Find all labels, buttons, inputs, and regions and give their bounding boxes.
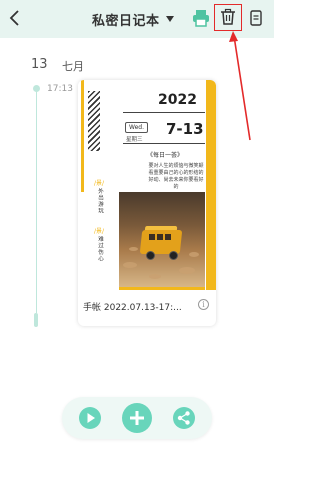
timeline-line bbox=[36, 88, 37, 313]
entry-cover-image: 2022 Wed. 星期三 7-13 《每日一荟》 要对人生的烦恼与微笑颠看重要… bbox=[78, 80, 216, 290]
cover-stripe bbox=[119, 287, 205, 290]
add-entry-button[interactable] bbox=[122, 403, 152, 433]
share-button[interactable] bbox=[173, 407, 195, 429]
plus-icon bbox=[130, 411, 144, 425]
cover-weekday-cn: 星期三 bbox=[126, 137, 143, 143]
cover-hatch-pattern bbox=[88, 91, 100, 151]
date-month: 七月 bbox=[62, 60, 84, 73]
bottom-action-bar bbox=[62, 397, 212, 439]
share-icon bbox=[177, 411, 190, 425]
date-day: 13 bbox=[31, 57, 48, 72]
diary-entry-card[interactable]: 2022 Wed. 星期三 7-13 《每日一荟》 要对人生的烦恼与微笑颠看重要… bbox=[78, 80, 216, 326]
cover-divider bbox=[123, 112, 205, 113]
info-icon[interactable]: i bbox=[198, 299, 209, 310]
timeline-dot bbox=[33, 85, 40, 92]
cover-daily-text: 要对人生的烦恼与微笑颠看重要由己的心的形结的好动、尚去未来你要看好的 bbox=[148, 163, 204, 190]
cover-photo bbox=[119, 192, 205, 288]
cover-left-stripe bbox=[81, 80, 84, 192]
play-button[interactable] bbox=[79, 407, 101, 429]
cover-side-label: 难过伤心 bbox=[97, 236, 103, 262]
cover-daily-title: 《每日一荟》 bbox=[147, 152, 184, 159]
play-icon bbox=[87, 413, 95, 423]
entry-time: 17:13 bbox=[47, 84, 73, 94]
cover-side-mark: /景/ bbox=[94, 228, 105, 235]
entry-caption: 手帐 2022.07.13-17:... bbox=[83, 303, 182, 313]
cover-year: 2022 bbox=[158, 92, 197, 108]
cover-month-day: 7-13 bbox=[166, 120, 204, 138]
cover-stripe bbox=[206, 80, 216, 290]
timeline-end bbox=[34, 313, 38, 327]
cover-side-mark: /景/ bbox=[94, 180, 105, 187]
cover-weekday: Wed. bbox=[125, 122, 148, 133]
cover-side-label: 外出游玩 bbox=[97, 188, 103, 214]
cover-divider bbox=[123, 143, 205, 144]
